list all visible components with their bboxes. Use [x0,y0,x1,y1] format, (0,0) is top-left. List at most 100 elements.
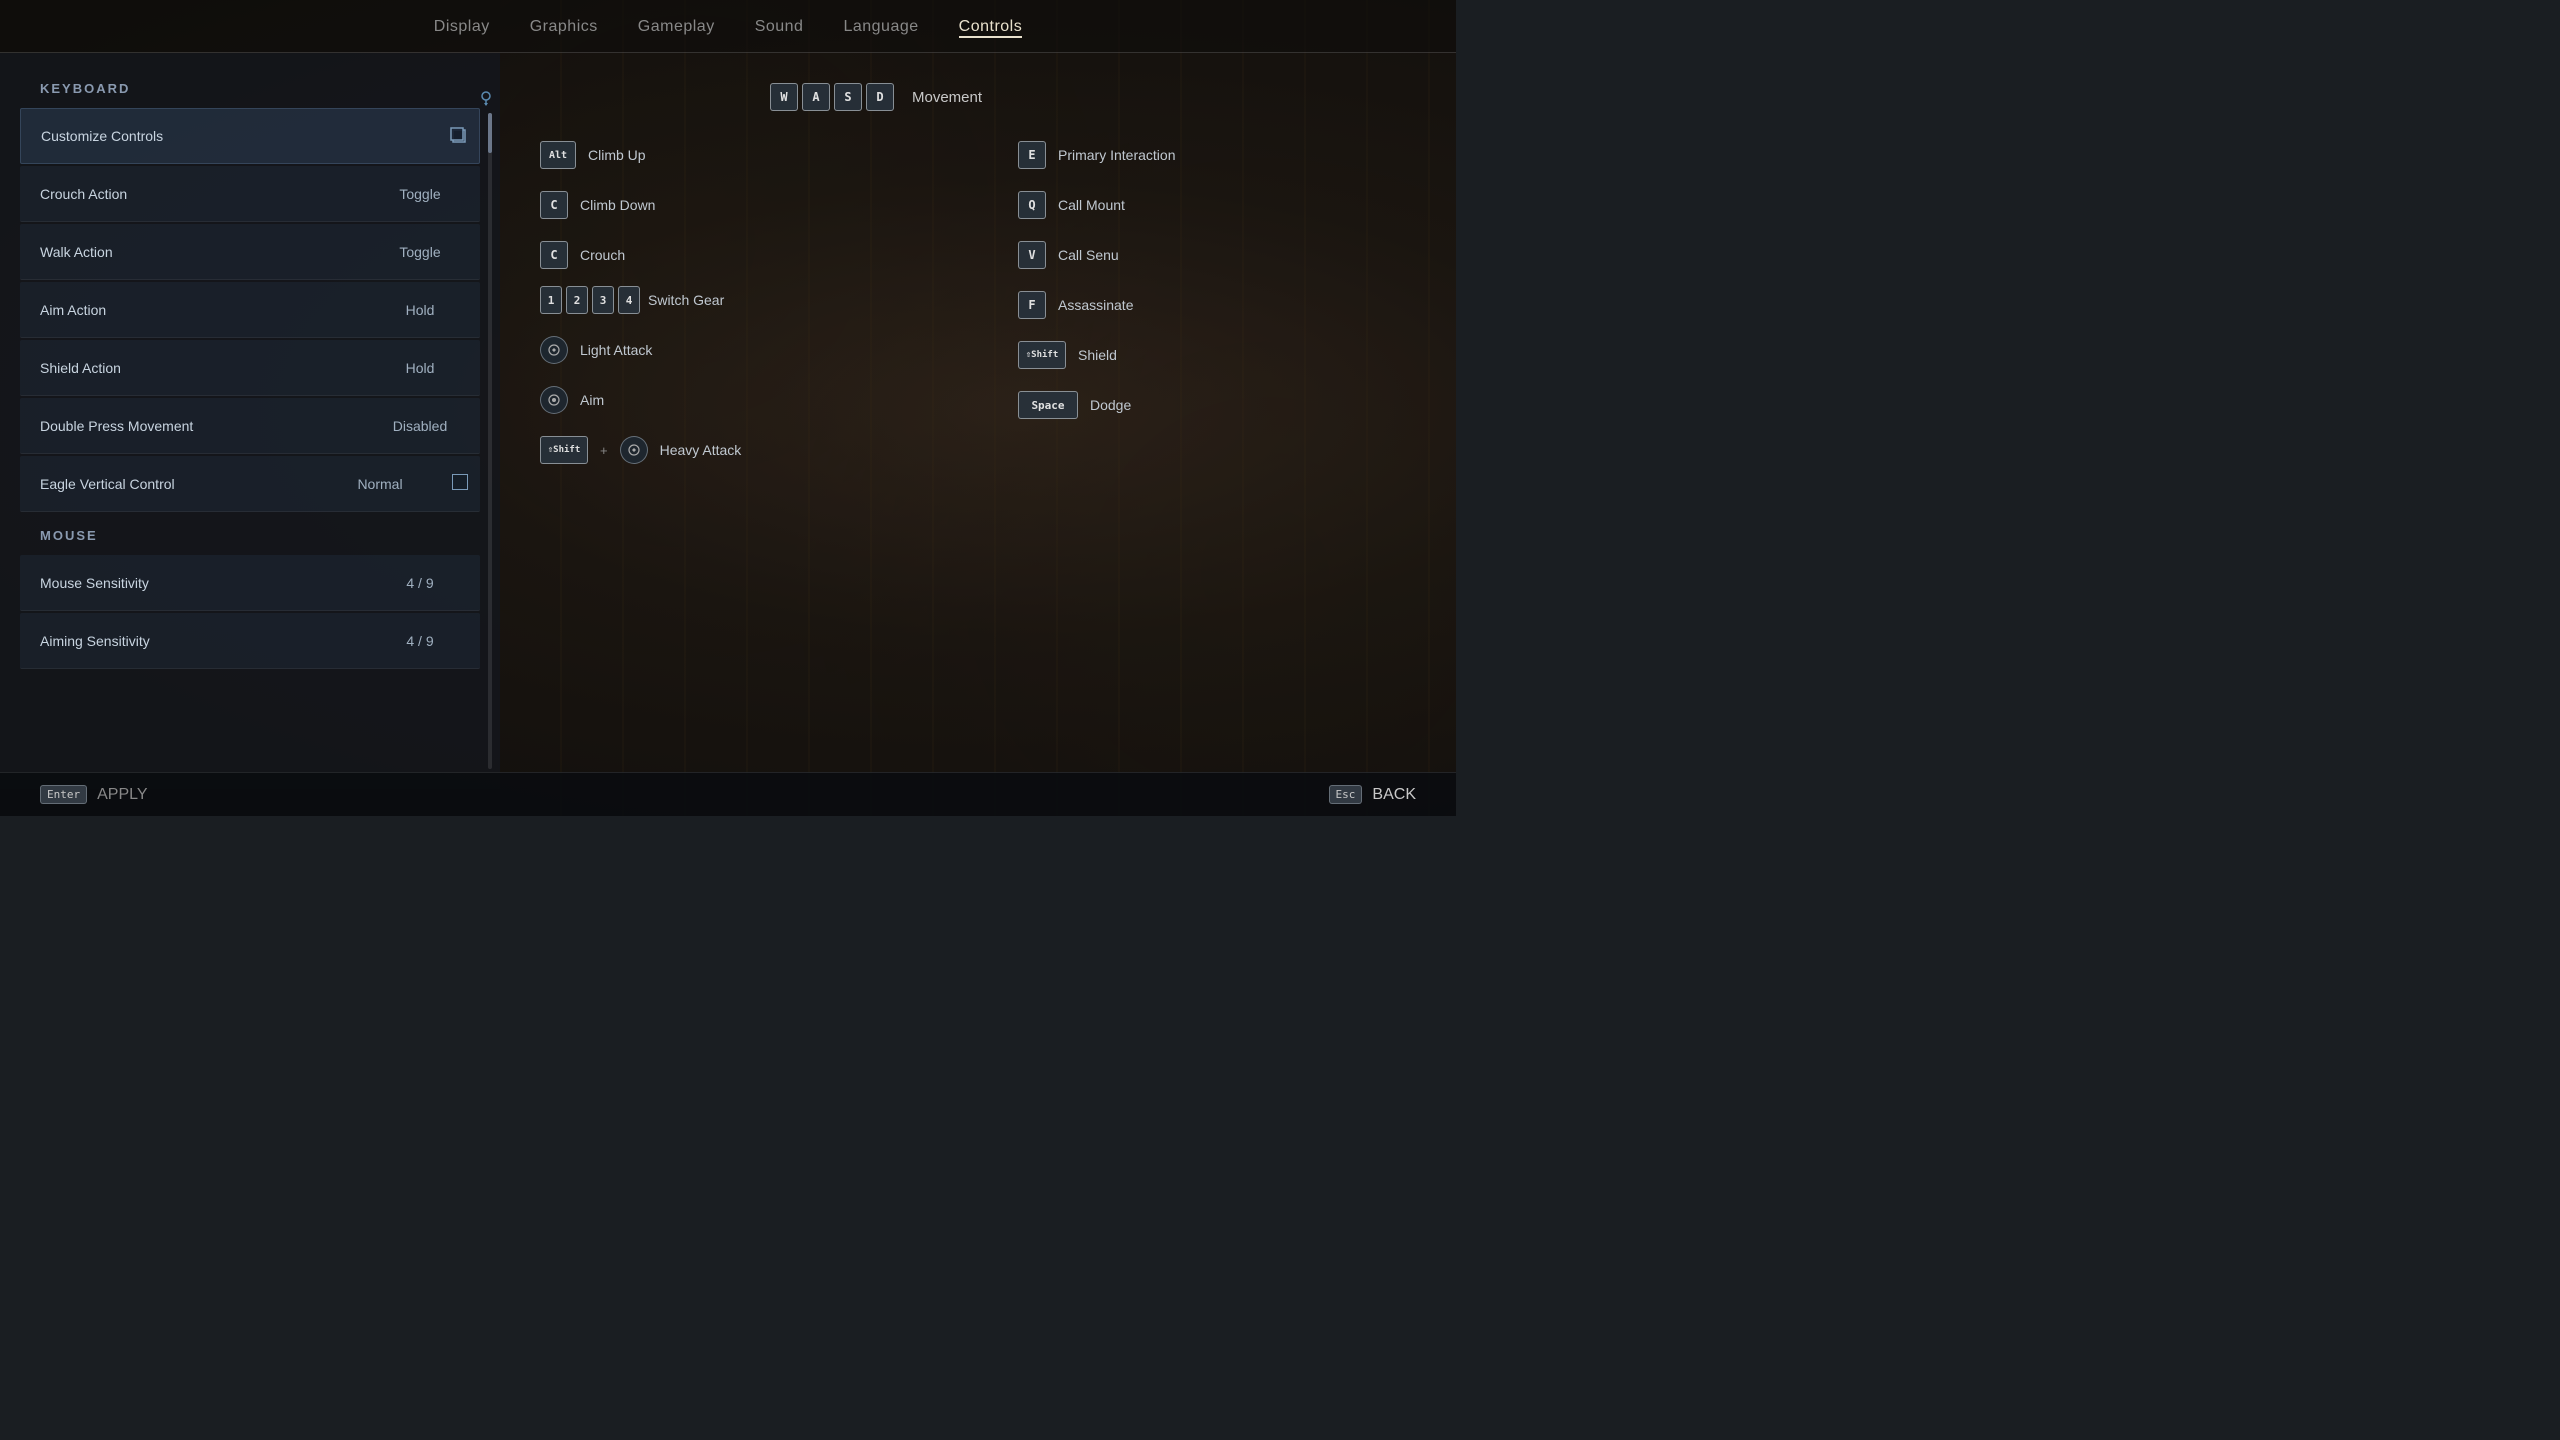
switch-gear-label: Switch Gear [648,292,724,308]
key-w: W [770,83,798,111]
key-d: D [866,83,894,111]
plus-sign: + [600,443,608,458]
walk-action-label: Walk Action [20,244,360,260]
climb-up-binding: Alt Climb Up [540,141,938,169]
key-4: 4 [618,286,640,314]
scrollbar-track[interactable] [488,113,492,769]
aiming-sensitivity-label: Aiming Sensitivity [20,633,360,649]
shield-action-value: Hold [360,360,480,376]
mouse-sensitivity-label: Mouse Sensitivity [20,575,360,591]
assassinate-label: Assassinate [1058,297,1133,313]
left-binding-column: Alt Climb Up C Climb Down C Crouch [540,141,938,464]
aim-action-row[interactable]: Aim Action Hold [20,282,480,338]
shield-key: ⇧Shift [1018,341,1066,369]
heavy-attack-btn [620,436,648,464]
aim-label: Aim [580,392,604,408]
bindings-container: Alt Climb Up C Climb Down C Crouch [540,141,1416,464]
aiming-sensitivity-row[interactable]: Aiming Sensitivity 4 / 9 [20,613,480,669]
back-label: BACK [1372,786,1416,804]
apply-button[interactable]: Enter APPLY [40,785,148,804]
sidebar: KEYBOARD Customize Controls Crouch Actio… [0,53,500,789]
eagle-vertical-label: Eagle Vertical Control [20,476,320,492]
main-content: KEYBOARD Customize Controls Crouch Actio… [0,53,1456,789]
walk-action-row[interactable]: Walk Action Toggle [20,224,480,280]
double-press-value: Disabled [360,418,480,434]
eagle-vertical-control-row[interactable]: Eagle Vertical Control Normal [20,456,480,512]
customize-controls-label: Customize Controls [21,128,437,144]
shift-key: ⇧Shift [540,436,588,464]
nav-language[interactable]: Language [843,18,918,38]
bottom-bar: Enter APPLY Esc BACK [0,772,1456,816]
nav-gameplay[interactable]: Gameplay [638,18,715,38]
primary-interaction-label: Primary Interaction [1058,147,1175,163]
double-press-label: Double Press Movement [20,418,360,434]
double-press-movement-row[interactable]: Double Press Movement Disabled [20,398,480,454]
movement-label: Movement [912,89,982,106]
heavy-attack-label: Heavy Attack [660,442,742,458]
assassinate-binding: F Assassinate [1018,291,1416,319]
nav-controls[interactable]: Controls [959,18,1023,38]
eagle-vertical-value: Normal [320,476,440,492]
keybind-overlay: W A S D Movement Alt Climb Up [500,53,1456,789]
top-navigation: Display Graphics Gameplay Sound Language… [0,0,1456,53]
shield-action-label: Shield Action [20,360,360,376]
climb-down-key: C [540,191,568,219]
movement-header: W A S D Movement [770,83,1416,111]
crouch-action-label: Crouch Action [20,186,360,202]
light-attack-binding: Light Attack [540,336,938,364]
crouch-key: C [540,241,568,269]
mouse-sensitivity-row[interactable]: Mouse Sensitivity 4 / 9 [20,555,480,611]
nav-sound[interactable]: Sound [755,18,804,38]
mouse-section-label: MOUSE [0,514,500,553]
aim-action-value: Hold [360,302,480,318]
copy-icon [437,126,479,147]
shield-binding: ⇧Shift Shield [1018,341,1416,369]
nav-display[interactable]: Display [434,18,490,38]
customize-controls-row[interactable]: Customize Controls [20,108,480,164]
switch-gear-binding: 1 2 3 4 Switch Gear [540,286,938,314]
right-binding-column: E Primary Interaction Q Call Mount V Cal… [1018,141,1416,464]
climb-down-binding: C Climb Down [540,191,938,219]
key-1: 1 [540,286,562,314]
keyboard-controls-list: Customize Controls Crouch Action Toggle … [0,106,500,769]
aiming-sensitivity-value: 4 / 9 [360,633,480,649]
key-a: A [802,83,830,111]
scrollbar-thumb[interactable] [488,113,492,153]
back-key-badge: Esc [1329,785,1363,804]
num-keys: 1 2 3 4 [540,286,640,314]
dodge-label: Dodge [1090,397,1131,413]
aim-binding: Aim [540,386,938,414]
dodge-binding: Space Dodge [1018,391,1416,419]
climb-up-label: Climb Up [588,147,646,163]
climb-down-label: Climb Down [580,197,655,213]
crouch-action-row[interactable]: Crouch Action Toggle [20,166,480,222]
call-senu-binding: V Call Senu [1018,241,1416,269]
apply-key-badge: Enter [40,785,87,804]
light-attack-label: Light Attack [580,342,652,358]
crouch-action-value: Toggle [360,186,480,202]
key-2: 2 [566,286,588,314]
call-senu-label: Call Senu [1058,247,1119,263]
apply-label: APPLY [97,786,147,804]
primary-interaction-key: E [1018,141,1046,169]
wasd-keys: W A S D [770,83,894,111]
back-button[interactable]: Esc BACK [1329,785,1416,804]
dodge-key: Space [1018,391,1078,419]
scroll-indicator [476,89,496,109]
right-panel: W A S D Movement Alt Climb Up [500,53,1456,789]
nav-graphics[interactable]: Graphics [530,18,598,38]
light-attack-btn [540,336,568,364]
aim-btn [540,386,568,414]
assassinate-key: F [1018,291,1046,319]
key-3: 3 [592,286,614,314]
mouse-sensitivity-value: 4 / 9 [360,575,480,591]
shield-action-row[interactable]: Shield Action Hold [20,340,480,396]
eagle-vertical-checkbox[interactable] [440,474,480,493]
column-spacer [938,141,1018,464]
crouch-binding: C Crouch [540,241,938,269]
keyboard-section-label: KEYBOARD [0,73,500,106]
climb-up-key: Alt [540,141,576,169]
aim-action-label: Aim Action [20,302,360,318]
call-mount-label: Call Mount [1058,197,1125,213]
call-mount-key: Q [1018,191,1046,219]
